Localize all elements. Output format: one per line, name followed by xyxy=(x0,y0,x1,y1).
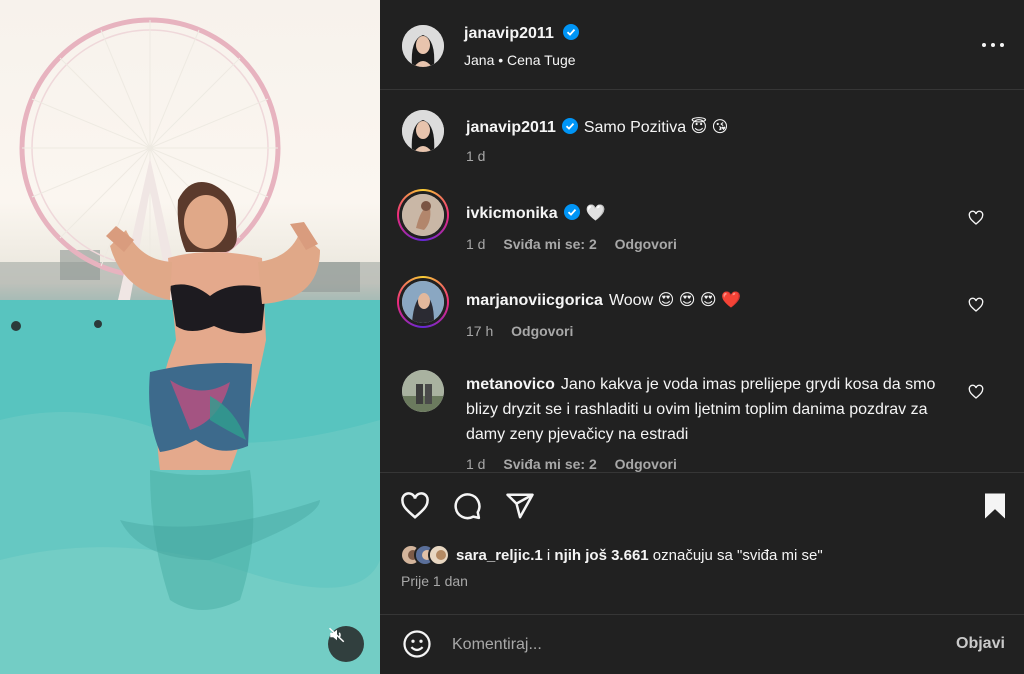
post-details-panel: janavip2011 Jana • Cena Tuge janavip2011… xyxy=(380,0,1024,674)
avatar-image xyxy=(402,281,444,323)
comment-row: metanovico Jano kakva je voda imas prelij… xyxy=(380,370,1024,472)
author-avatar[interactable] xyxy=(402,25,444,67)
comment-meta: 1 d Sviđa mi se: 2 Odgovori xyxy=(466,236,691,252)
author-name-row: janavip2011 xyxy=(464,24,580,43)
caption-text: Samo Pozitiva 😇 😘 xyxy=(583,119,729,136)
more-dot xyxy=(1000,43,1004,47)
commenter-avatar[interactable] xyxy=(402,281,444,323)
post-header: janavip2011 Jana • Cena Tuge xyxy=(380,0,1024,90)
commenter-avatar[interactable] xyxy=(402,370,444,412)
comment-username[interactable]: marjanoviicgorica xyxy=(466,292,603,309)
comment-composer: Objavi xyxy=(380,614,1024,674)
comment-text-block: marjanoviicgorica Woow 😍 😍 😍 ❤️ xyxy=(466,288,966,313)
comments-list[interactable]: janavip2011 Samo Pozitiva 😇 😘 1 d ivkicmo… xyxy=(380,90,1024,472)
caption-username[interactable]: janavip2011 xyxy=(466,119,556,136)
post-actions: sara_reljic.1 i njih još 3.661 označuju … xyxy=(380,472,1024,622)
comment-username[interactable]: metanovico xyxy=(466,376,555,393)
more-options-button[interactable] xyxy=(980,36,1008,54)
reply-button[interactable]: Odgovori xyxy=(615,236,677,252)
likes-connector: i xyxy=(542,546,555,564)
caption-time[interactable]: 1 d xyxy=(466,148,485,164)
comment-like-heart-icon[interactable] xyxy=(968,384,984,400)
caption-row: janavip2011 Samo Pozitiva 😇 😘 1 d xyxy=(380,110,1024,170)
comment-like-heart-icon[interactable] xyxy=(968,210,984,226)
comment-row: ivkicmonika 🤍 1 d Sviđa mi se: 2 Odgovori xyxy=(380,189,1024,254)
caption-meta: 1 d xyxy=(466,148,499,164)
comment-like-count[interactable]: Sviđa mi se: 2 xyxy=(503,236,596,252)
speaker-muted-icon xyxy=(328,627,345,643)
smiley-icon[interactable] xyxy=(402,629,432,659)
avatar-image xyxy=(402,194,444,236)
more-horizontal-icon xyxy=(982,43,986,47)
likes-summary[interactable]: sara_reljic.1 i njih još 3.661 označuju … xyxy=(400,541,823,569)
heart-icon[interactable] xyxy=(400,491,430,521)
comment-like-heart-icon[interactable] xyxy=(968,297,984,313)
post-photo xyxy=(0,17,380,674)
more-dot xyxy=(991,43,995,47)
post-comment-button[interactable]: Objavi xyxy=(956,635,1005,653)
caption-text-block: janavip2011 Samo Pozitiva 😇 😘 xyxy=(466,115,966,140)
commenter-avatar[interactable] xyxy=(402,194,444,236)
comment-row: marjanoviicgorica Woow 😍 😍 😍 ❤️ 17 h Odgo… xyxy=(380,276,1024,341)
liker-avatar xyxy=(428,544,450,566)
comment-bubble-icon[interactable] xyxy=(452,491,482,521)
avatar-image xyxy=(402,370,444,412)
other-likers-count[interactable]: njih još 3.661 xyxy=(554,547,648,564)
reply-button[interactable]: Odgovori xyxy=(615,456,677,472)
paper-plane-icon[interactable] xyxy=(505,491,535,521)
comment-like-count[interactable]: Sviđa mi se: 2 xyxy=(503,456,596,472)
comment-time[interactable]: 1 d xyxy=(466,236,485,252)
first-liker-username[interactable]: sara_reljic.1 xyxy=(456,547,543,564)
comment-text-block: metanovico Jano kakva je voda imas prelij… xyxy=(466,372,966,447)
verified-badge-icon xyxy=(563,204,580,220)
post-media[interactable] xyxy=(0,0,380,674)
avatar-image xyxy=(402,110,444,152)
likes-text: sara_reljic.1 i njih još 3.661 označuju … xyxy=(456,547,823,564)
verified-badge-icon xyxy=(561,118,578,134)
comment-text: Woow 😍 😍 😍 ❤️ xyxy=(608,292,741,309)
post-timestamp[interactable]: Prije 1 dan xyxy=(401,573,468,589)
comment-time[interactable]: 17 h xyxy=(466,323,493,339)
comment-text: 🤍 xyxy=(585,205,606,222)
comment-meta: 1 d Sviđa mi se: 2 Odgovori xyxy=(466,456,691,472)
comment-input[interactable] xyxy=(452,631,932,659)
avatar-image xyxy=(402,25,444,67)
author-username[interactable]: janavip2011 xyxy=(464,25,554,42)
likes-suffix: označuju sa "sviđa mi se" xyxy=(648,546,823,564)
comment-time[interactable]: 1 d xyxy=(466,456,485,472)
verified-badge-icon xyxy=(563,24,580,40)
audio-subtitle[interactable]: Jana • Cena Tuge xyxy=(464,52,576,68)
bookmark-icon[interactable] xyxy=(980,491,1010,521)
comment-text-block: ivkicmonika 🤍 xyxy=(466,201,966,226)
comment-username[interactable]: ivkicmonika xyxy=(466,205,558,222)
reply-button[interactable]: Odgovori xyxy=(511,323,573,339)
caption-avatar[interactable] xyxy=(402,110,444,152)
mute-button[interactable] xyxy=(328,626,364,662)
comment-meta: 17 h Odgovori xyxy=(466,323,587,339)
